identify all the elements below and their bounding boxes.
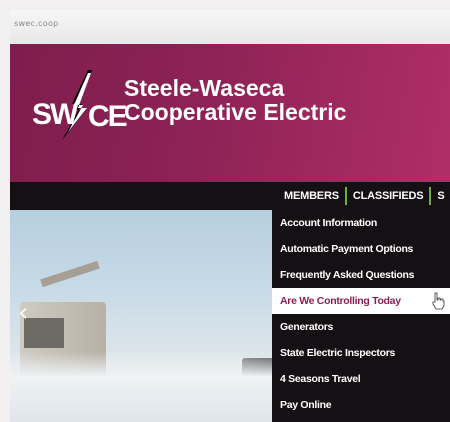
snow-ground	[10, 352, 272, 422]
url-text: swec.coop	[14, 19, 59, 28]
members-dropdown-menu: Account Information Automatic Payment Op…	[272, 210, 450, 418]
menu-item-faq[interactable]: Frequently Asked Questions	[272, 262, 450, 288]
chevron-left-icon[interactable]: ‹	[18, 298, 28, 328]
brand-line-1: Steele-Waseca	[124, 75, 285, 101]
browser-address-bar[interactable]: swec.coop	[10, 10, 450, 45]
bucket-truck-arm	[40, 260, 100, 288]
menu-item-state-electric-inspectors[interactable]: State Electric Inspectors	[272, 340, 450, 366]
svg-text:CE: CE	[88, 100, 127, 133]
brand-line-2: Cooperative Electric	[124, 99, 347, 125]
hero-image: ‹	[10, 210, 272, 422]
hand-cursor-icon	[432, 292, 445, 310]
menu-item-pay-online[interactable]: Pay Online	[272, 392, 450, 418]
menu-item-automatic-payment-options[interactable]: Automatic Payment Options	[272, 236, 450, 262]
menu-item-label: Are We Controlling Today	[280, 295, 401, 307]
site-header: SW CE Steele-Waseca Cooperative Electric	[10, 44, 450, 182]
tab-partial[interactable]: S	[431, 190, 450, 202]
truck-cab	[24, 318, 64, 348]
svg-text:SW: SW	[32, 98, 79, 131]
brand-name[interactable]: Steele-Waseca Cooperative Electric	[124, 76, 346, 124]
main-nav: MEMBERS CLASSIFIEDS S	[278, 184, 450, 208]
menu-item-generators[interactable]: Generators	[272, 314, 450, 340]
tab-members[interactable]: MEMBERS	[278, 190, 345, 202]
menu-item-are-we-controlling-today[interactable]: Are We Controlling Today	[272, 288, 450, 314]
menu-item-4-seasons-travel[interactable]: 4 Seasons Travel	[272, 366, 450, 392]
swce-logo-icon[interactable]: SW CE	[32, 70, 128, 140]
menu-item-account-information[interactable]: Account Information	[272, 210, 450, 236]
tab-classifieds[interactable]: CLASSIFIEDS	[347, 190, 430, 202]
